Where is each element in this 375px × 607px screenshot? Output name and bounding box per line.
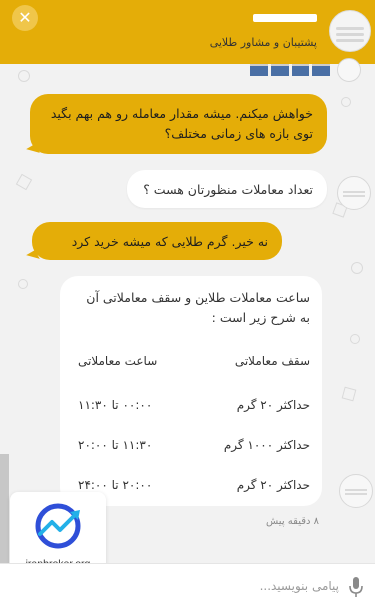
composer: [0, 563, 375, 607]
message-input[interactable]: [109, 572, 339, 600]
table-header-row: سقف معاملاتی ساعت معاملاتی: [78, 354, 310, 368]
table-row: حداکثر ۱۰۰۰ گرم ۱۱:۳۰ تا ۲۰:۰۰: [78, 438, 310, 452]
message-agent: خواهش میکنم. میشه مقدار معامله رو هم بهم…: [30, 94, 327, 154]
table-intro: ساعت معاملات طلاین و سقف معاملاتی آن به …: [86, 290, 310, 325]
image-strip: [250, 64, 330, 76]
trend-logo-icon: [35, 503, 81, 549]
message-timestamp: ۸ دقیقه پیش: [266, 516, 319, 527]
close-button[interactable]: ✕: [12, 5, 38, 31]
message-agent: نه خیر. گرم طلایی که میشه خرید کرد: [32, 222, 282, 260]
decor-circle: [18, 70, 30, 82]
agent-avatar: [329, 10, 371, 52]
message-list[interactable]: خواهش میکنم. میشه مقدار معامله رو هم بهم…: [0, 58, 375, 607]
agent-name-redacted: [253, 14, 317, 22]
agent-subtitle: پشتیبان و مشاور طلایی: [209, 36, 317, 49]
table-cell: ۲۰:۰۰ تا ۲۴:۰۰: [78, 478, 153, 492]
agent-avatar-small: [339, 474, 373, 508]
message-user: تعداد معاملات منظورتان هست ؟: [127, 170, 327, 208]
chat-header: پشتیبان و مشاور طلایی ✕: [0, 0, 375, 64]
table-row: حداکثر ۲۰ گرم ۲۰:۰۰ تا ۲۴:۰۰: [78, 478, 310, 492]
agent-avatar-small: [337, 58, 361, 82]
agent-avatar-small: [337, 176, 371, 210]
decor-circle: [351, 262, 363, 274]
table-header: سقف معاملاتی: [234, 354, 310, 368]
table-row: حداکثر ۲۰ گرم ۰۰:۰۰ تا ۱۱:۳۰: [78, 398, 310, 412]
table-cell: حداکثر ۱۰۰۰ گرم: [223, 438, 310, 452]
decor-square: [341, 386, 357, 402]
close-icon: ✕: [18, 8, 32, 27]
table-cell: ۰۰:۰۰ تا ۱۱:۳۰: [78, 398, 153, 412]
table-cell: حداکثر ۲۰ گرم: [236, 478, 310, 492]
table-header: ساعت معاملاتی: [78, 354, 158, 368]
table-cell: ۱۱:۳۰ تا ۲۰:۰۰: [78, 438, 153, 452]
decor-circle: [341, 97, 351, 107]
chat-widget: پشتیبان و مشاور طلایی ✕ خواهش میکنم. میش…: [0, 0, 375, 607]
microphone-icon[interactable]: [347, 576, 365, 598]
decor-circle: [18, 279, 28, 289]
decor-square: [15, 173, 33, 191]
decor-circle: [350, 334, 360, 344]
message-trading-hours: ساعت معاملات طلاین و سقف معاملاتی آن به …: [60, 276, 322, 506]
table-cell: حداکثر ۲۰ گرم: [236, 398, 310, 412]
